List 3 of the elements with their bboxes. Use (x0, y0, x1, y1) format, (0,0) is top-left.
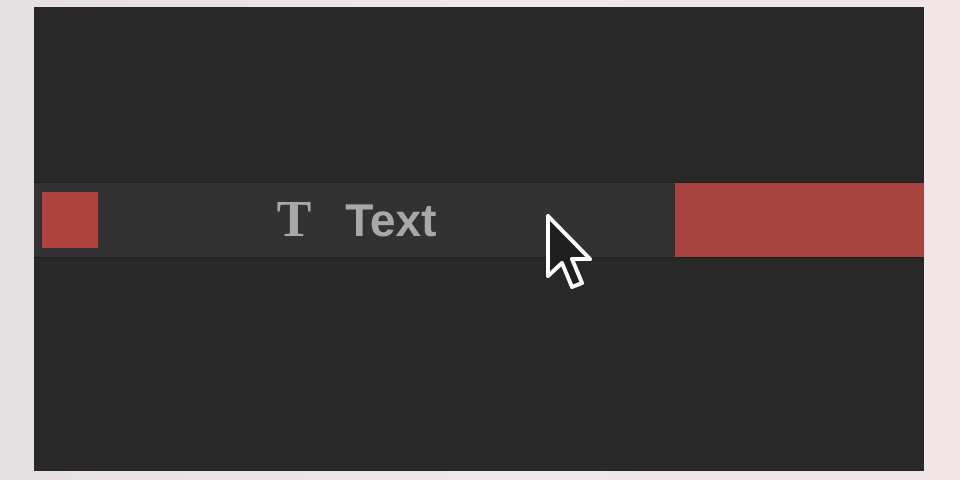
clip-swatch (42, 192, 98, 248)
track-label: Text (345, 197, 436, 243)
text-icon: T (276, 194, 312, 246)
